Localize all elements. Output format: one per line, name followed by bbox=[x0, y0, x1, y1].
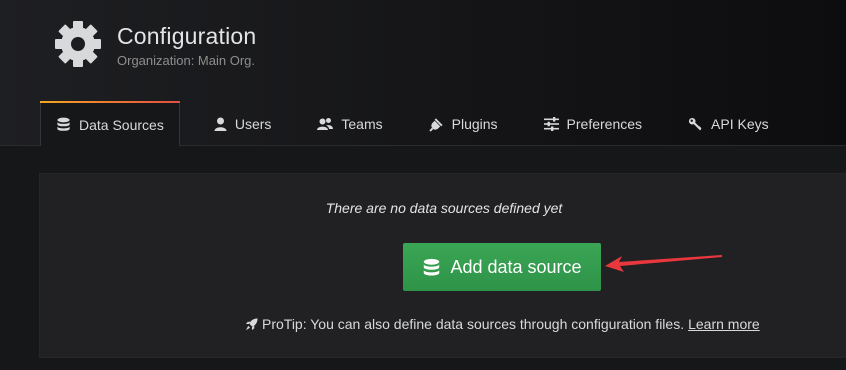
tab-label: Plugins bbox=[451, 116, 498, 132]
page-title: Configuration bbox=[117, 23, 257, 49]
user-icon bbox=[214, 117, 227, 131]
page-header: Configuration Organization: Main Org. Da… bbox=[0, 0, 846, 146]
users-icon bbox=[317, 118, 334, 130]
empty-list-panel: There are no data sources defined yet Ad… bbox=[39, 173, 846, 358]
sliders-icon bbox=[543, 117, 559, 131]
tab-label: Preferences bbox=[566, 116, 643, 132]
database-icon bbox=[57, 117, 70, 131]
database-icon bbox=[424, 258, 440, 275]
key-icon bbox=[688, 117, 702, 130]
add-data-source-label: Add data source bbox=[450, 256, 582, 277]
tab-bar: Data Sources Users Teams Plugins Prefere… bbox=[40, 101, 785, 146]
tab-label: API Keys bbox=[711, 116, 769, 132]
tab-data-sources[interactable]: Data Sources bbox=[40, 101, 180, 146]
tab-label: Data Sources bbox=[79, 116, 164, 133]
add-data-source-button[interactable]: Add data source bbox=[403, 243, 601, 291]
tab-label: Users bbox=[234, 116, 272, 132]
tab-users[interactable]: Users bbox=[198, 103, 288, 145]
tab-api-keys[interactable]: API Keys bbox=[672, 103, 785, 145]
empty-state-message: There are no data sources defined yet bbox=[325, 200, 563, 216]
protip: ProTip: You can also define data sources… bbox=[245, 316, 760, 332]
tab-plugins[interactable]: Plugins bbox=[413, 103, 514, 145]
tab-preferences[interactable]: Preferences bbox=[528, 103, 658, 145]
annotation-arrow-icon bbox=[605, 255, 722, 272]
page-subtitle: Organization: Main Org. bbox=[117, 53, 256, 68]
gear-icon bbox=[55, 21, 101, 67]
protip-text: ProTip: You can also define data sources… bbox=[262, 316, 685, 332]
rocket-icon bbox=[245, 317, 258, 330]
learn-more-link[interactable]: Learn more bbox=[688, 316, 760, 332]
tab-teams[interactable]: Teams bbox=[301, 103, 398, 145]
plug-icon bbox=[428, 117, 443, 132]
tab-label: Teams bbox=[341, 116, 383, 132]
